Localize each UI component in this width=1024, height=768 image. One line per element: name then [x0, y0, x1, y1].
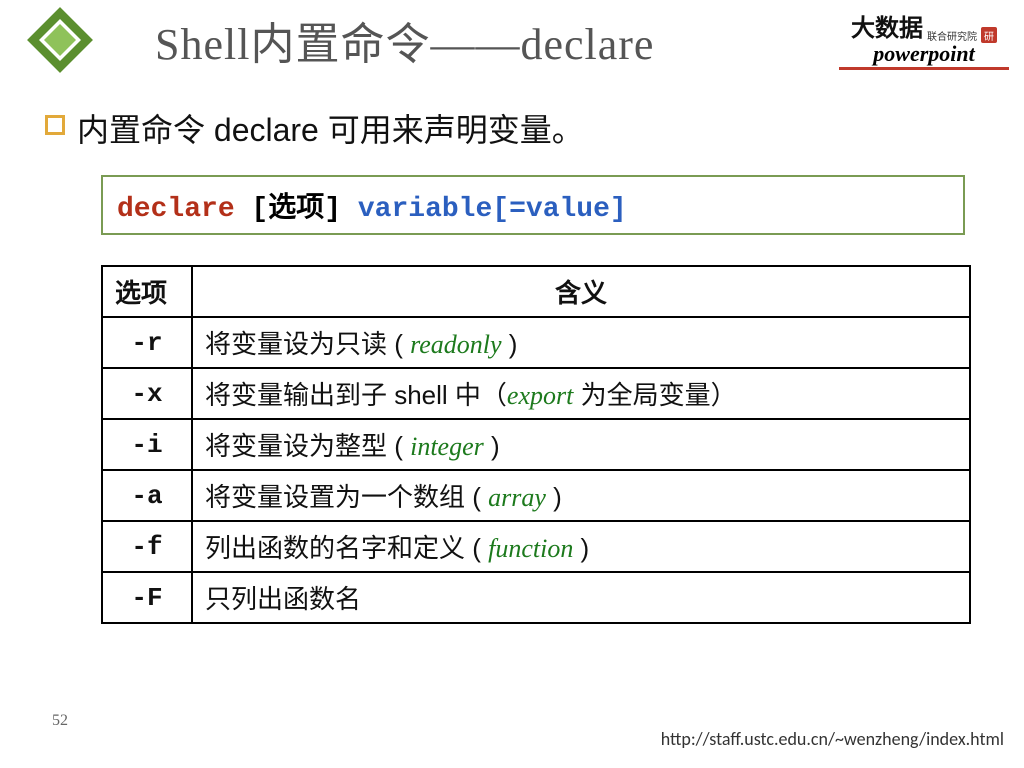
option-meaning: 将变量设置为一个数组 ( array ): [192, 470, 970, 521]
syntax-keyword: declare: [117, 194, 235, 225]
th-option: 选项: [102, 266, 192, 317]
option-flag: -x: [102, 368, 192, 419]
table-header-row: 选项 含义: [102, 266, 970, 317]
table-row: -f列出函数的名字和定义 ( function ): [102, 521, 970, 572]
option-meaning: 只列出函数名: [192, 572, 970, 623]
page-number: 52: [52, 712, 68, 730]
option-meaning: 将变量设为只读 ( readonly ): [192, 317, 970, 368]
brand-en: powerpoint: [839, 43, 1009, 65]
option-flag: -r: [102, 317, 192, 368]
syntax-bracket-open: [: [235, 194, 269, 225]
italic-term: export: [507, 381, 573, 410]
syntax-box: declare [选项] variable[=value]: [101, 175, 965, 235]
slide-title: Shell内置命令——declare: [155, 8, 654, 72]
option-flag: -F: [102, 572, 192, 623]
syntax-option-word: 选项: [268, 194, 324, 225]
option-flag: -f: [102, 521, 192, 572]
syntax-bracket-close: ]: [324, 194, 358, 225]
option-flag: -a: [102, 470, 192, 521]
option-flag: -i: [102, 419, 192, 470]
italic-term: readonly: [410, 330, 501, 359]
syntax-variable: variable[=value]: [358, 194, 627, 225]
table-row: -r将变量设为只读 ( readonly ): [102, 317, 970, 368]
table-row: -a将变量设置为一个数组 ( array ): [102, 470, 970, 521]
options-table: 选项 含义 -r将变量设为只读 ( readonly )-x将变量输出到子 sh…: [101, 265, 971, 624]
bullet-text: 内置命令 declare 可用来声明变量。: [77, 105, 584, 151]
bullet-icon: [45, 115, 65, 135]
option-meaning: 列出函数的名字和定义 ( function ): [192, 521, 970, 572]
diamond-icon: [5, 0, 115, 80]
table-row: -i将变量设为整型 ( integer ): [102, 419, 970, 470]
brand-seal-icon: 研: [981, 27, 997, 43]
footer-url: http://staff.ustc.edu.cn/~wenzheng/index…: [661, 728, 1004, 750]
table-row: -F只列出函数名: [102, 572, 970, 623]
table-row: -x将变量输出到子 shell 中（export 为全局变量）: [102, 368, 970, 419]
italic-term: integer: [410, 432, 484, 461]
option-meaning: 将变量设为整型 ( integer ): [192, 419, 970, 470]
th-meaning: 含义: [192, 266, 970, 317]
brand-underline: [839, 67, 1009, 70]
option-meaning: 将变量输出到子 shell 中（export 为全局变量）: [192, 368, 970, 419]
bullet-line: 内置命令 declare 可用来声明变量。: [45, 105, 979, 151]
brand-cn-big: 大数据: [851, 8, 923, 43]
italic-term: function: [488, 534, 573, 563]
italic-term: array: [488, 483, 546, 512]
brand-logo: 大数据 联合研究院 研 powerpoint: [839, 8, 1009, 70]
slide-content: 内置命令 declare 可用来声明变量。 declare [选项] varia…: [0, 80, 1024, 624]
